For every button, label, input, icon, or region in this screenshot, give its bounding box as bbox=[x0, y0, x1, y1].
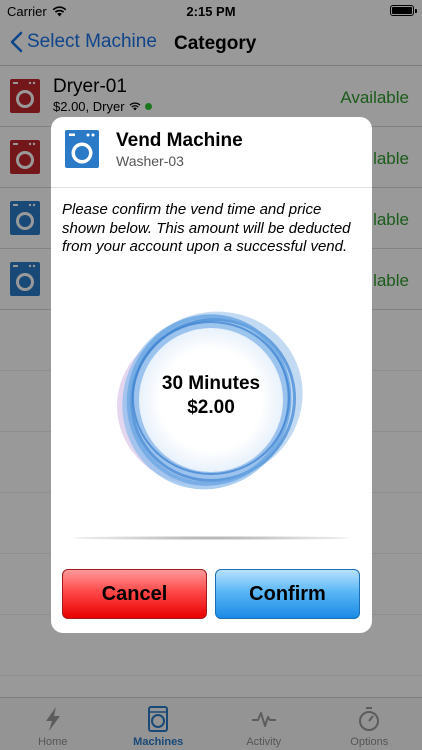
dialog-message: Please confirm the vend time and price s… bbox=[62, 201, 351, 255]
confirm-label: Confirm bbox=[249, 582, 326, 605]
cancel-label: Cancel bbox=[101, 582, 168, 605]
vend-price: $2.00 bbox=[187, 397, 235, 418]
divider bbox=[51, 187, 372, 188]
dialog-title: Vend Machine bbox=[116, 130, 243, 151]
vend-dialog: Vend Machine Washer-03 Please confirm th… bbox=[51, 117, 372, 633]
confirm-button[interactable]: Confirm bbox=[215, 569, 360, 619]
vend-summary: 30 Minutes $2.00 bbox=[111, 372, 311, 420]
dialog-machine-name: Washer-03 bbox=[116, 153, 184, 169]
vend-duration: 30 Minutes bbox=[161, 373, 261, 394]
cancel-button[interactable]: Cancel bbox=[62, 569, 207, 619]
separator-shadow bbox=[73, 536, 350, 540]
washer-icon bbox=[65, 130, 99, 168]
